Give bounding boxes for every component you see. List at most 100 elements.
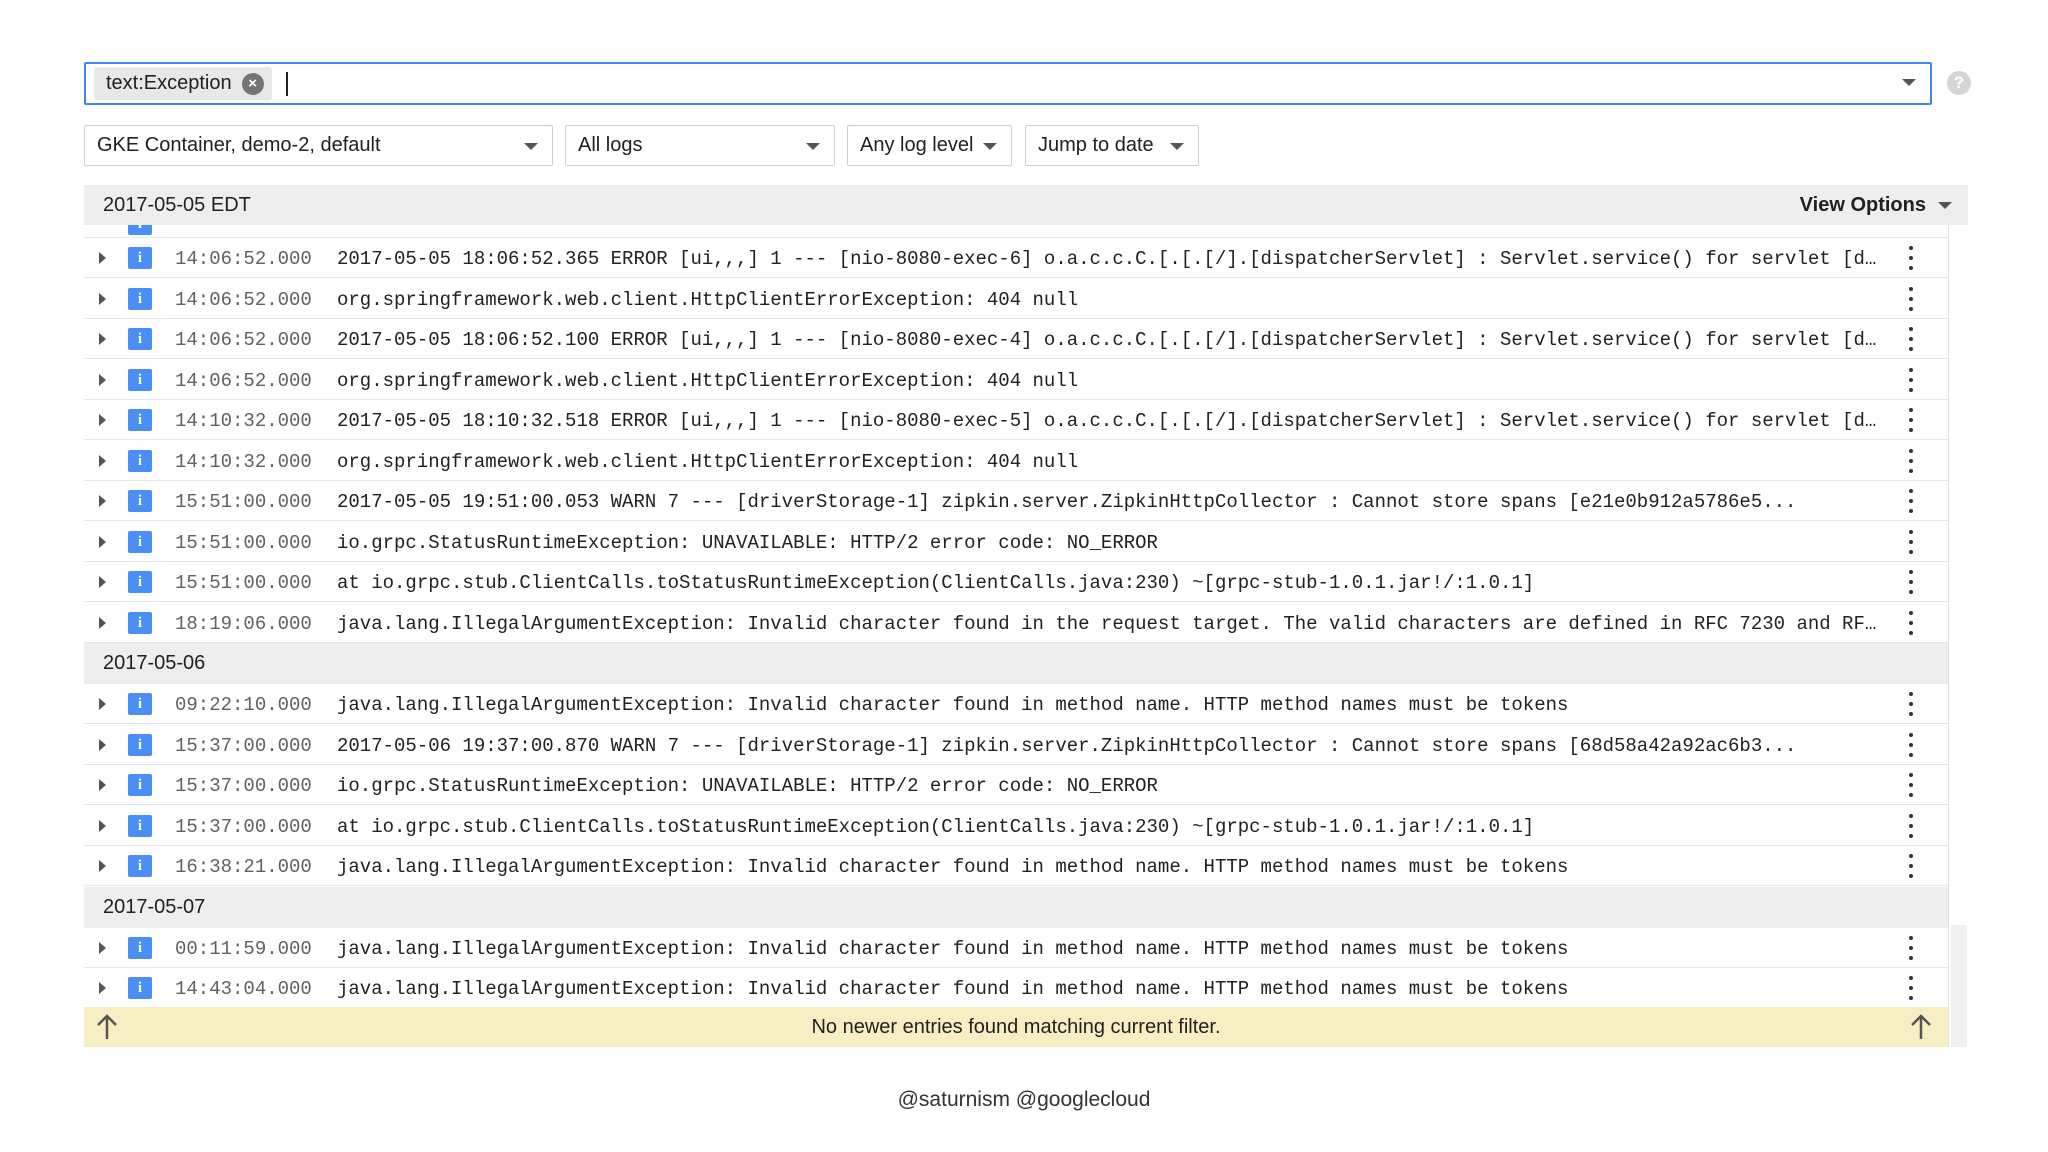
log-message: java.lang.IllegalArgumentException: Inva… [337, 978, 1569, 1000]
more-options-icon[interactable] [1907, 610, 1915, 635]
info-severity-icon: i [128, 449, 152, 472]
log-row[interactable]: i 14:06:52.000 2017-05-05 18:06:52.100 ERR… [84, 319, 1948, 359]
more-options-icon[interactable] [1907, 935, 1915, 960]
log-message: io.grpc.StatusRuntimeException: UNAVAILA… [337, 531, 1158, 554]
log-row[interactable]: i 16:38:21.000 java.lang.IllegalArgumentEx… [84, 846, 1948, 886]
info-severity-icon: i [128, 611, 152, 634]
chevron-down-icon [1170, 143, 1184, 150]
expand-row-icon[interactable] [99, 982, 106, 994]
log-message: 2017-05-05 19:51:00.053 WARN 7 --- [driv… [337, 491, 1797, 513]
more-options-icon[interactable] [1907, 773, 1915, 797]
log-row[interactable]: i 15:37:00.000 io.grpc.StatusRuntimeExcept… [84, 765, 1948, 805]
more-options-icon[interactable] [1907, 854, 1915, 878]
more-options-icon[interactable] [1907, 448, 1915, 473]
log-message: java.lang.IllegalArgumentException: Inva… [337, 937, 1569, 960]
log-message: org.springframework.web.client.HttpClien… [337, 369, 1079, 392]
log-message: org.springframework.web.client.HttpClien… [337, 288, 1079, 311]
expand-row-icon[interactable] [99, 576, 106, 588]
scrollbar[interactable] [1948, 225, 1968, 1047]
jump-to-date-label: Jump to date [1038, 134, 1154, 156]
log-row[interactable]: i 14:43:04.000 java.lang.IllegalArgumentEx… [84, 968, 1948, 1008]
log-row[interactable]: i 14:06:52.000 org.springframework.web.cli… [84, 278, 1948, 319]
expand-row-icon[interactable] [99, 414, 106, 426]
log-row[interactable]: i 09:22:10.000 java.lang.IllegalArgumentEx… [84, 684, 1948, 724]
more-options-icon[interactable] [1907, 327, 1915, 351]
log-row[interactable]: i 15:51:00.000 at io.grpc.stub.ClientCalls… [84, 562, 1948, 602]
scrollbar-thumb[interactable] [1951, 925, 1967, 1047]
header-date: 2017-05-05 EDT [103, 193, 251, 216]
expand-row-icon[interactable] [99, 860, 106, 872]
info-severity-icon: i [128, 814, 152, 837]
info-severity-icon: i [128, 328, 152, 350]
log-timestamp: 00:11:59.000 [175, 937, 312, 960]
scroll-to-top-arrow-icon[interactable] [1908, 1013, 1934, 1041]
help-icon[interactable]: ? [1947, 71, 1971, 95]
log-row[interactable]: i 14:10:32.000 2017-05-05 18:10:32.518 ERR… [84, 400, 1948, 440]
log-timestamp: 14:10:32.000 [175, 450, 312, 473]
log-row[interactable]: i 18:19:06.000 java.lang.IllegalArgumentEx… [84, 602, 1948, 643]
expand-row-icon[interactable] [99, 495, 106, 507]
filter-chip[interactable]: text:Exception × [94, 67, 272, 100]
text-cursor [285, 71, 288, 96]
info-severity-icon: i [128, 977, 152, 999]
chevron-down-icon [524, 143, 538, 150]
log-row[interactable]: i 15:51:00.000 io.grpc.StatusRuntimeExcept… [84, 521, 1948, 562]
more-options-icon[interactable] [1907, 976, 1915, 1000]
scroll-to-top-arrow-icon[interactable] [94, 1013, 120, 1041]
log-row[interactable]: i 14:06:52.000 org.springframework.web.cli… [84, 359, 1948, 400]
more-options-icon[interactable] [1907, 813, 1915, 838]
more-options-icon[interactable] [1907, 570, 1915, 594]
info-severity-icon: i [128, 247, 152, 269]
log-timestamp: 15:51:00.000 [175, 491, 312, 513]
log-row[interactable]: i 00:11:59.000 java.lang.IllegalArgumentEx… [84, 927, 1948, 968]
date-separator: 2017-05-06 [84, 643, 1948, 684]
log-row[interactable]: i 15:37:00.000 2017-05-06 19:37:00.870 WAR… [84, 724, 1948, 765]
info-severity-icon: i [128, 774, 152, 796]
info-severity-icon: i [128, 571, 152, 593]
log-timestamp: 16:38:21.000 [175, 856, 312, 878]
more-options-icon[interactable] [1907, 732, 1915, 757]
log-level-dropdown[interactable]: Any log level [847, 125, 1012, 166]
expand-row-icon[interactable] [99, 454, 106, 467]
log-row[interactable]: i 15:51:00.000 2017-05-05 19:51:00.053 WAR… [84, 481, 1948, 521]
expand-row-icon[interactable] [99, 738, 106, 751]
log-timestamp: 09:22:10.000 [175, 694, 312, 716]
log-search-bar[interactable]: text:Exception × [84, 62, 1932, 105]
log-row[interactable]: i 15:37:00.000 at io.grpc.stub.ClientCalls… [84, 805, 1948, 846]
more-options-icon[interactable] [1907, 529, 1915, 554]
info-severity-icon: i [128, 287, 152, 310]
log-row[interactable]: i 14:06:52.000 2017-05-05 18:06:52.365 ERR… [84, 238, 1948, 278]
expand-row-icon[interactable] [99, 252, 106, 264]
expand-row-icon[interactable] [99, 616, 106, 629]
expand-row-icon[interactable] [99, 535, 106, 548]
more-options-icon[interactable] [1907, 692, 1915, 716]
resource-filter-dropdown[interactable]: GKE Container, demo-2, default [84, 125, 553, 166]
more-options-icon[interactable] [1907, 489, 1915, 513]
more-options-icon[interactable] [1907, 408, 1915, 432]
info-severity-icon: i [128, 530, 152, 553]
chevron-down-icon [1938, 202, 1952, 209]
log-timestamp: 14:43:04.000 [175, 978, 312, 1000]
expand-row-icon[interactable] [99, 333, 106, 345]
expand-row-icon[interactable] [99, 698, 106, 710]
more-options-icon[interactable] [1907, 286, 1915, 311]
more-options-icon[interactable] [1907, 367, 1915, 392]
expand-row-icon[interactable] [99, 941, 106, 954]
search-dropdown-arrow-icon[interactable] [1902, 79, 1916, 86]
jump-to-date-dropdown[interactable]: Jump to date [1025, 125, 1199, 166]
log-row[interactable]: i 14:10:32.000 org.springframework.web.cli… [84, 440, 1948, 481]
info-severity-icon: i [128, 693, 152, 715]
log-message: java.lang.IllegalArgumentException: Inva… [337, 694, 1569, 716]
log-level-label: Any log level [860, 134, 974, 156]
logs-filter-dropdown[interactable]: All logs [565, 125, 835, 166]
more-options-icon[interactable] [1907, 246, 1915, 270]
expand-row-icon[interactable] [99, 373, 106, 386]
view-options-button[interactable]: View Options [1800, 194, 1952, 217]
remove-chip-icon[interactable]: × [241, 72, 264, 95]
expand-row-icon[interactable] [99, 779, 106, 791]
info-severity-icon: i [128, 936, 152, 959]
info-severity-icon: i [128, 855, 152, 877]
expand-row-icon[interactable] [99, 819, 106, 832]
log-message: at io.grpc.stub.ClientCalls.toStatusRunt… [337, 815, 1535, 838]
expand-row-icon[interactable] [99, 292, 106, 305]
